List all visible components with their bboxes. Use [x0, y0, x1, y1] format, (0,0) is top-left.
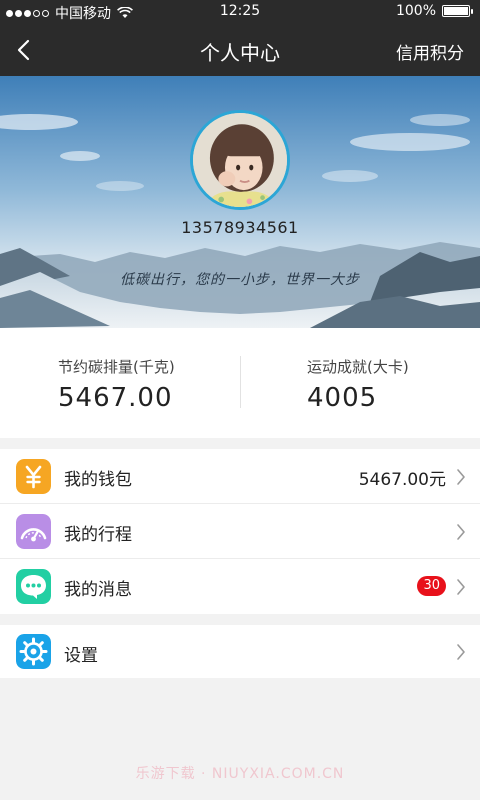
menu-item-trips[interactable]: 我的行程	[0, 504, 480, 559]
slogan-text: 低碳出行，您的一小步，世界一大步	[120, 272, 360, 288]
menu-item-label: 我的行程	[64, 525, 132, 545]
speedometer-icon	[16, 514, 51, 549]
user-phone-number: 13578934561	[181, 218, 299, 237]
status-right: 100%	[395, 3, 473, 19]
status-bar: 中国移动 12:25 100%	[0, 0, 480, 24]
message-bubble-icon	[16, 569, 51, 604]
menu-item-wallet[interactable]: 我的钱包 5467.00元	[0, 449, 480, 504]
nav-bar: 个人中心 信用积分	[0, 24, 480, 76]
chevron-right-icon	[457, 579, 465, 595]
unread-count-badge: 30	[417, 576, 446, 596]
battery-fill	[444, 7, 468, 15]
wallet-yen-icon	[16, 459, 51, 494]
avatar[interactable]	[190, 110, 290, 210]
stat-value: 5467.00	[58, 383, 173, 413]
credit-points-button[interactable]: 信用积分	[396, 39, 464, 64]
stats-panel: 节约碳排量(千克) 5467.00 运动成就(大卡) 4005	[0, 328, 480, 438]
wallet-balance: 5467.00元	[358, 470, 446, 490]
menu-list: 我的钱包 5467.00元 我的行程 我的消息 30	[0, 449, 480, 614]
chevron-right-icon	[457, 644, 465, 660]
stat-label: 节约碳排量(千克)	[58, 358, 175, 376]
chevron-right-icon	[457, 524, 465, 540]
stat-exercise-achievement: 运动成就(大卡) 4005	[307, 356, 480, 413]
gear-icon	[16, 634, 51, 669]
menu-item-label: 我的消息	[64, 580, 132, 600]
menu-item-settings[interactable]: 设置	[0, 625, 480, 678]
profile-banner: 13578934561 低碳出行，您的一小步，世界一大步	[0, 76, 480, 328]
menu-item-label: 设置	[64, 646, 98, 666]
chevron-right-icon	[457, 469, 465, 485]
menu-item-messages[interactable]: 我的消息 30	[0, 559, 480, 614]
stat-carbon-saved: 节约碳排量(千克) 5467.00	[58, 356, 238, 413]
battery-icon	[442, 5, 473, 17]
stats-divider	[240, 356, 241, 408]
menu-item-label: 我的钱包	[64, 470, 132, 490]
stat-label: 运动成就(大卡)	[307, 358, 409, 376]
battery-percentage: 100%	[395, 3, 436, 19]
watermark-text: 乐游下载 · NIUYXIA.COM.CN	[135, 766, 345, 782]
stat-value: 4005	[307, 383, 378, 413]
child-portrait-icon	[193, 113, 287, 207]
